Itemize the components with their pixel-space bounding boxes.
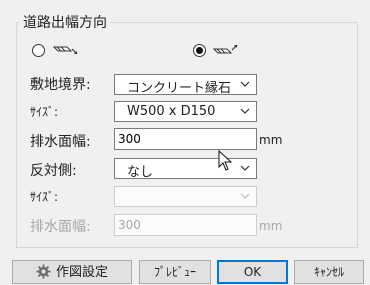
opposite-size-select[interactable] xyxy=(114,186,257,207)
direction-radio-2[interactable] xyxy=(193,44,206,57)
boundary-select-value: コンクリート縁石 xyxy=(127,81,232,96)
direction-radio-1[interactable] xyxy=(32,44,45,57)
cancel-button[interactable]: ｷｬﾝｾﾙ xyxy=(294,260,364,284)
opposite-drain-width-input[interactable] xyxy=(114,214,257,236)
road-extend-right-down-icon xyxy=(53,46,78,55)
ok-label: OK xyxy=(243,265,262,279)
boundary-label: 敷地境界: xyxy=(30,77,91,93)
opposite-drain-width-unit: mm xyxy=(259,219,283,233)
opposite-size-label: ｻｲｽﾞ: xyxy=(30,190,59,204)
boundary-select[interactable]: コンクリート縁石 xyxy=(114,74,257,96)
group-title: 道路出幅方向 xyxy=(20,12,110,32)
opposite-side-select-value: なし xyxy=(127,165,154,180)
size-select[interactable]: W500 x D150 xyxy=(114,101,257,122)
chevron-down-icon xyxy=(240,165,250,171)
drain-width-input[interactable] xyxy=(114,128,257,150)
chevron-down-icon xyxy=(240,193,250,199)
mouse-pointer-icon xyxy=(218,150,233,171)
preview-label: ﾌﾟﾚﾋﾞｭｰ xyxy=(153,265,196,279)
cancel-label: ｷｬﾝｾﾙ xyxy=(313,265,344,279)
preview-button[interactable]: ﾌﾟﾚﾋﾞｭｰ xyxy=(139,260,211,284)
opposite-side-select[interactable]: なし xyxy=(114,158,257,180)
opposite-side-label: 反対側: xyxy=(30,163,77,179)
drain-width-label: 排水面幅: xyxy=(30,134,91,150)
drawing-settings-label: 作図設定 xyxy=(55,265,108,280)
drain-width-unit: mm xyxy=(259,133,283,147)
size-select-value: W500 x D150 xyxy=(127,104,216,119)
drawing-settings-button[interactable]: 作図設定 xyxy=(12,260,132,284)
chevron-down-icon xyxy=(240,108,250,114)
road-extend-right-up-icon xyxy=(213,44,238,54)
ok-button[interactable]: OK xyxy=(217,260,288,284)
size-label: ｻｲｽﾞ: xyxy=(30,105,59,119)
opposite-drain-width-label: 排水面幅: xyxy=(30,219,91,235)
chevron-down-icon xyxy=(240,81,250,87)
gear-icon xyxy=(36,264,51,279)
